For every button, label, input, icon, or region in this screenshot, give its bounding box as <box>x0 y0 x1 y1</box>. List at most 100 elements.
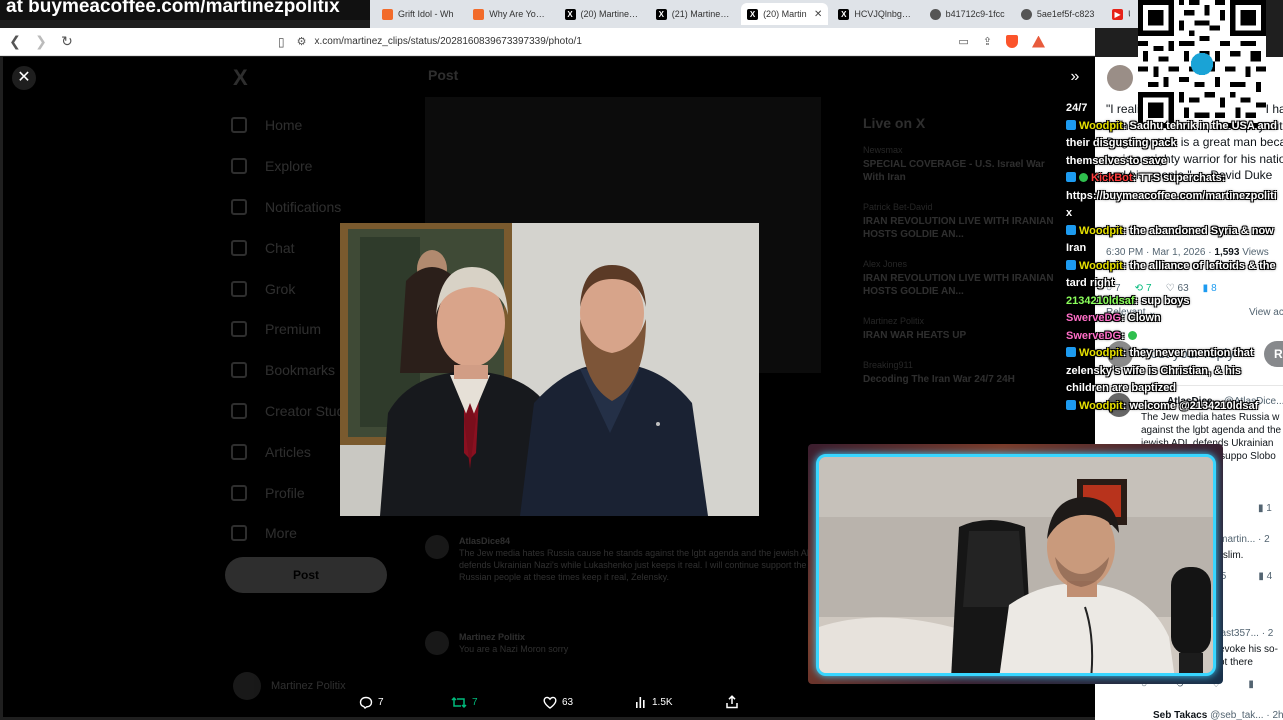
share-action[interactable] <box>725 695 739 709</box>
double-chevron-right-icon: » <box>1070 68 1080 85</box>
twitter-badge-icon <box>1066 347 1076 357</box>
close-viewer-button[interactable]: ✕ <box>12 66 36 90</box>
tab-5[interactable]: X HCVJQlnbgAE\ <box>832 3 919 25</box>
chat-text: Iran <box>1066 242 1087 254</box>
nav-explore: Explore <box>231 146 355 187</box>
mail-icon <box>231 239 247 256</box>
site-settings-icon[interactable]: ⚙ <box>297 35 307 48</box>
views-count: 1 <box>1266 503 1272 514</box>
twitter-badge-icon <box>1066 119 1076 130</box>
brave-shields-icon[interactable] <box>1006 35 1018 48</box>
close-tab-icon[interactable]: ✕ <box>814 9 822 20</box>
share-icon[interactable]: ⇪ <box>983 35 992 48</box>
live-item: Newsmax SPECIAL COVERAGE - U.S. Israel Wa… <box>863 145 1063 184</box>
chat-message: SwerveDG: <box>1066 328 1283 346</box>
creator-studio-icon <box>231 402 247 419</box>
post-header: Post <box>428 67 459 83</box>
expand-panel-button[interactable]: » <box>1063 66 1087 90</box>
nav-profile: Profile <box>231 472 355 513</box>
brave-rewards-icon[interactable] <box>1032 35 1045 48</box>
address-bar-row: ❮ ❯ ↻ ▯ ⚙ x.com/martinez_clips/status/20… <box>0 28 1095 56</box>
chat-username: Woodpit <box>1079 259 1123 272</box>
post-photo[interactable] <box>340 223 759 516</box>
chat-text: : welcome @2134210ldsaf <box>1122 399 1259 412</box>
author-avatar[interactable] <box>1107 65 1133 91</box>
chat-message: Woodpit: they never mention that <box>1066 345 1283 363</box>
nav-label: Premium <box>265 321 322 338</box>
chat-username: SwerveDG <box>1066 312 1122 324</box>
tab-label: 5ae1ef5f-c823 <box>1036 9 1095 19</box>
bell-icon <box>231 198 247 215</box>
tab-label: b41712c9-1fcc <box>945 9 1005 19</box>
tab-3[interactable]: X (21) Martinez P <box>650 3 737 25</box>
chat-message: x <box>1066 205 1283 223</box>
views-bar-chart-icon[interactable]: ▮ <box>1258 571 1264 582</box>
tab-1[interactable]: Why Are You A <box>467 3 554 25</box>
reply-icon <box>359 696 373 709</box>
repost-icon <box>451 696 467 708</box>
chat-text: tard right <box>1066 277 1115 289</box>
chat-text: : TTS superchats: <box>1132 172 1226 184</box>
live-headline: Decoding The Iran War 24/7 24H <box>863 374 1015 385</box>
reply-text: evoke his so- ot there <box>1219 644 1278 668</box>
cast-icon[interactable]: ▭ <box>958 35 968 48</box>
chat-text: : they never mention that <box>1122 347 1254 359</box>
live-source: Newsmax <box>863 145 903 155</box>
tab-label: Grift Idol - Wh <box>398 9 454 19</box>
youtube-icon: ▶ <box>1112 8 1124 20</box>
nav-more: More <box>231 513 355 554</box>
tab-6[interactable]: b41712c9-1fcc <box>924 3 1011 25</box>
tab-7[interactable]: 5ae1ef5f-c823 <box>1015 3 1102 25</box>
chat-text: zelensky's wife is Christian, & his <box>1066 364 1242 377</box>
chat-message: Woodpit: welcome @2134210ldsaf <box>1066 398 1283 416</box>
bookmark-icon[interactable]: ▯ <box>278 35 285 49</box>
chat-text: x <box>1066 207 1073 219</box>
tab-label: (20) Martin <box>763 9 807 19</box>
chat-message: 2134210ldsaf: sup boys <box>1066 293 1283 311</box>
nav-label: Notifications <box>265 198 342 215</box>
views-action[interactable]: 1.5K <box>635 696 673 708</box>
tab-label: (20) Martinez P <box>580 9 640 19</box>
reload-icon[interactable]: ↻ <box>56 33 78 50</box>
chat-username: Woodpit <box>1079 119 1123 132</box>
tab-8[interactable]: ▶U <box>1106 3 1136 25</box>
chat-message: Woodpit: the abandoned Syria & now <box>1066 223 1283 241</box>
tab-label: Why Are You A <box>489 9 549 19</box>
views-bar-chart-icon[interactable]: ▮ <box>1248 679 1254 690</box>
orange-square-icon <box>382 8 393 20</box>
tab-4-active[interactable]: X (20) Martin ✕ <box>741 3 829 25</box>
tab-2[interactable]: X (20) Martinez P <box>559 3 646 25</box>
views-bar-chart-icon[interactable]: ▮ <box>1258 503 1264 514</box>
nav-label: More <box>265 525 297 542</box>
chat-message: Woodpit: the alliance of leftoids & the <box>1066 258 1283 276</box>
live-title: Live on X <box>863 115 926 131</box>
reply-action[interactable]: 7 <box>359 696 384 709</box>
post-button: Post <box>225 557 387 593</box>
side-nav: Home Explore Notifications Chat Grok Pre… <box>231 105 355 554</box>
browser-tab-strip: Grift Idol - Wh Why Are You A X (20) Mart… <box>370 0 1140 28</box>
chat-username: SwerveDG <box>1066 329 1122 342</box>
repost-count: 7 <box>472 696 478 708</box>
forward-icon[interactable]: ❯ <box>30 33 52 50</box>
chat-text: : <box>1121 329 1125 342</box>
tab-0[interactable]: Grift Idol - Wh <box>376 3 463 25</box>
grok-icon <box>231 280 247 297</box>
back-icon[interactable]: ❮ <box>4 33 26 50</box>
views-count: 1.5K <box>652 696 673 708</box>
close-icon: ✕ <box>17 69 31 86</box>
orange-square-icon <box>473 8 485 20</box>
share-icon <box>726 695 738 709</box>
url-field[interactable]: x.com/martinez_clips/status/202816083967… <box>314 36 958 47</box>
tab-label: U <box>1128 9 1130 19</box>
nav-bookmarks: Bookmarks <box>231 350 355 391</box>
article-icon <box>231 443 247 460</box>
chat-message: zelensky's wife is Christian, & his <box>1066 363 1283 381</box>
live-headline: IRAN REVOLUTION LIVE WITH IRANIAN HOSTS … <box>863 216 1054 240</box>
chat-username: Woodpit <box>1079 224 1123 237</box>
reply-text: The Jew media hates Russia cause he stan… <box>459 548 818 582</box>
repost-action[interactable]: 7 <box>451 696 478 709</box>
like-action[interactable]: 63 <box>543 696 573 709</box>
nav-articles: Articles <box>231 431 355 472</box>
emote-icon <box>1127 330 1137 340</box>
views-bar-chart-icon <box>636 697 645 708</box>
